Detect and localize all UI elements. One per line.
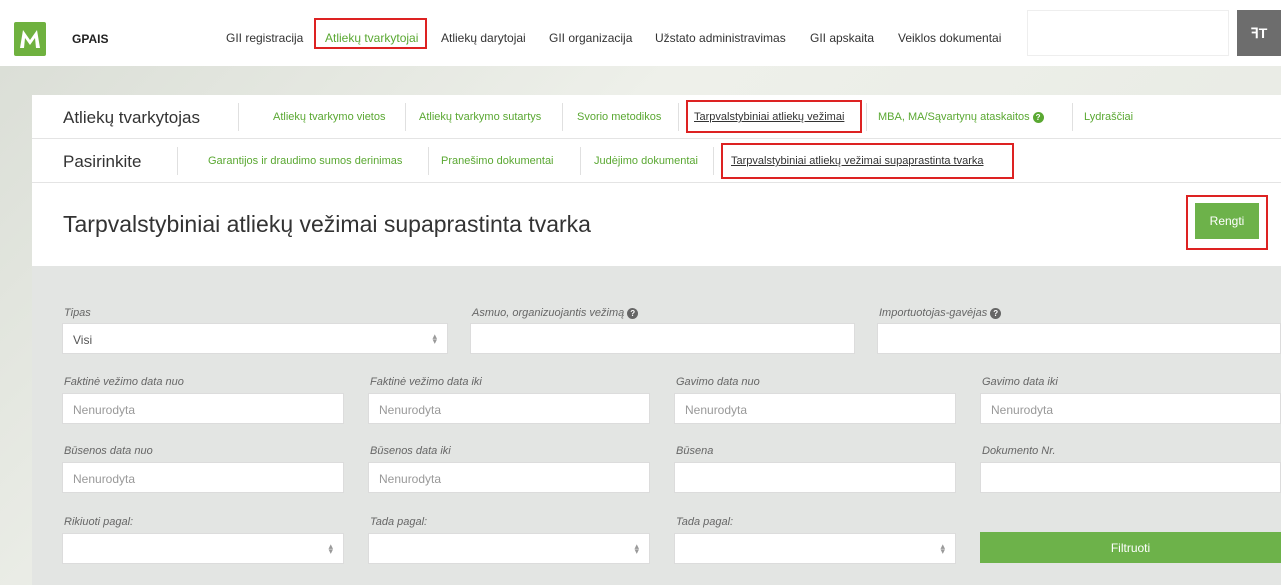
faktine-nuo-label: Faktinė vežimo data nuo — [64, 376, 184, 388]
tab-svorio-metodikos[interactable]: Svorio metodikos — [577, 111, 661, 123]
tab-judejimo-dokumentai[interactable]: Judėjimo dokumentai — [594, 155, 698, 167]
tab-label: MBA, MA/Sąvartynų ataskaitos — [878, 111, 1030, 123]
busenos-iki-label: Būsenos data iki — [370, 445, 451, 457]
importuotojas-label-text: Importuotojas-gavėjas — [879, 307, 988, 319]
main-panel: Atliekų tvarkytojas Atliekų tvarkymo vie… — [32, 95, 1281, 585]
busena-label: Būsena — [676, 445, 714, 457]
busena-input[interactable] — [674, 462, 956, 493]
divider — [866, 103, 867, 131]
faktine-iki-input[interactable]: Nenurodyta — [368, 393, 650, 424]
highlight-box — [686, 100, 862, 133]
dokumento-input[interactable] — [980, 462, 1281, 493]
rikiuoti-label: Rikiuoti pagal: — [64, 516, 134, 528]
divider — [428, 147, 429, 175]
asmuo-label: Asmuo, organizuojantis vežimą? — [472, 307, 639, 319]
gpais-logo-icon[interactable] — [14, 22, 46, 56]
asmuo-label-text: Asmuo, organizuojantis vežimą — [472, 307, 625, 319]
select-arrows-icon: ▴ ▾ — [940, 541, 945, 556]
busenos-iki-input[interactable]: Nenurodyta — [368, 462, 650, 493]
topnav-veiklos-dokumentai[interactable]: Veiklos dokumentai — [898, 31, 1001, 45]
divider — [562, 103, 563, 131]
busenos-nuo-input[interactable]: Nenurodyta — [62, 462, 344, 493]
gavimo-iki-input[interactable]: Nenurodyta — [980, 393, 1281, 424]
faktine-nuo-input[interactable]: Nenurodyta — [62, 393, 344, 424]
topnav-gii-registracija[interactable]: GII registracija — [226, 31, 303, 45]
tada2-label: Tada pagal: — [676, 516, 734, 528]
divider — [580, 147, 581, 175]
tab-row-atlieku-tvarkytojas: Atliekų tvarkytojas Atliekų tvarkymo vie… — [32, 95, 1281, 139]
row-heading: Pasirinkite — [63, 152, 142, 171]
page-title: Tarpvalstybiniai atliekų vežimai supapra… — [63, 211, 591, 237]
row-heading: Atliekų tvarkytojas — [63, 108, 200, 127]
highlight-box — [721, 143, 1014, 179]
divider — [177, 147, 178, 175]
tipas-value: Visi — [73, 333, 93, 347]
tab-mba-ataskaitos[interactable]: MBA, MA/Sąvartynų ataskaitos? — [878, 111, 1044, 123]
topnav-gii-organizacija[interactable]: GII organizacija — [549, 31, 632, 45]
highlight-box — [314, 18, 427, 49]
busenos-nuo-label: Būsenos data nuo — [64, 445, 153, 457]
importuotojas-label: Importuotojas-gavėjas? — [879, 307, 1002, 319]
tab-garantijos-draudimo[interactable]: Garantijos ir draudimo sumos derinimas — [208, 155, 402, 167]
top-search-box[interactable] — [1027, 10, 1229, 56]
divider — [1072, 103, 1073, 131]
help-icon[interactable]: ? — [990, 307, 1002, 319]
brand-name[interactable]: GPAIS — [72, 32, 108, 46]
faktine-iki-label: Faktinė vežimo data iki — [370, 376, 482, 388]
gavimo-nuo-label: Gavimo data nuo — [676, 376, 760, 388]
divider — [678, 103, 679, 131]
tab-pranesimo-dokumentai[interactable]: Pranešimo dokumentai — [441, 155, 554, 167]
top-navigation-bar: GPAIS GII registracija Atliekų tvarkytoj… — [0, 0, 1281, 66]
select-arrows-icon: ▴ ▾ — [634, 541, 639, 556]
filtruoti-button[interactable]: Filtruoti — [980, 532, 1281, 563]
tab-lydrasciai[interactable]: Lydraščiai — [1084, 111, 1133, 123]
tab-atlieku-tvarkymo-vietos[interactable]: Atliekų tvarkymo vietos — [273, 111, 385, 123]
topnav-uzstato-administravimas[interactable]: Užstato administravimas — [655, 31, 786, 45]
help-icon[interactable]: ? — [1032, 111, 1044, 123]
gavimo-nuo-input[interactable]: Nenurodyta — [674, 393, 956, 424]
tab-atlieku-tvarkymo-sutartys[interactable]: Atliekų tvarkymo sutartys — [419, 111, 541, 123]
select-arrows-icon: ▴ ▾ — [432, 331, 437, 346]
rikiuoti-select[interactable]: ▴ ▾ — [62, 533, 344, 564]
divider — [238, 103, 239, 131]
importuotojas-input[interactable] — [877, 323, 1281, 354]
tipas-select[interactable]: Visi ▴ ▾ — [62, 323, 448, 354]
divider — [405, 103, 406, 131]
tada1-label: Tada pagal: — [370, 516, 428, 528]
asmuo-input[interactable] — [470, 323, 855, 354]
tada2-select[interactable]: ▴ ▾ — [674, 533, 956, 564]
help-icon[interactable]: ? — [627, 307, 639, 319]
topnav-atlieku-darytojai[interactable]: Atliekų darytojai — [441, 31, 526, 45]
dokumento-label: Dokumento Nr. — [982, 445, 1056, 457]
gavimo-iki-label: Gavimo data iki — [982, 376, 1058, 388]
topnav-gii-apskaita[interactable]: GII apskaita — [810, 31, 874, 45]
highlight-box — [1186, 195, 1268, 250]
text-size-icon[interactable]: ꟻT — [1237, 10, 1281, 56]
select-arrows-icon: ▴ ▾ — [328, 541, 333, 556]
divider — [713, 147, 714, 175]
tab-row-pasirinkite: Pasirinkite Garantijos ir draudimo sumos… — [32, 139, 1281, 183]
tada1-select[interactable]: ▴ ▾ — [368, 533, 650, 564]
tipas-label: Tipas — [64, 307, 91, 319]
